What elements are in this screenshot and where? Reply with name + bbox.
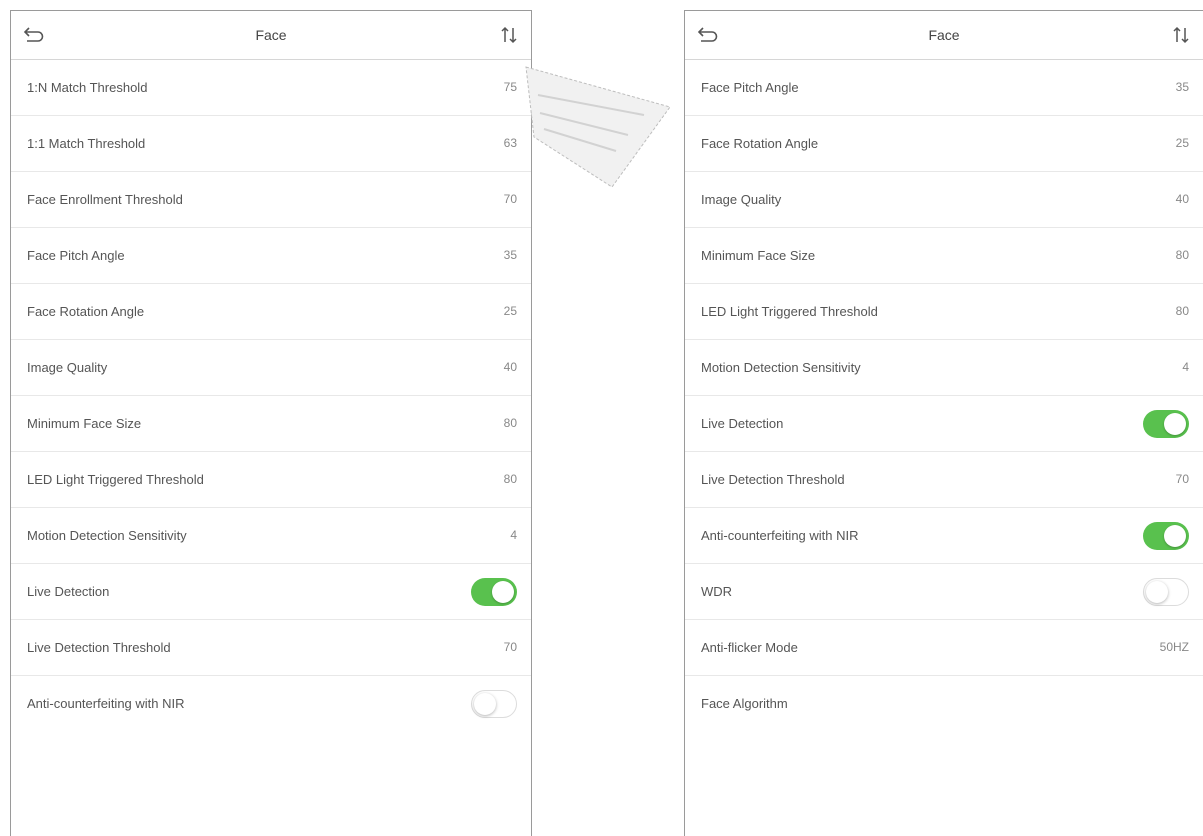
toggle-switch-off[interactable] [1143,578,1189,606]
setting-value: 40 [1175,192,1189,206]
setting-value: 35 [503,248,517,262]
setting-label: Face Rotation Angle [701,136,819,151]
setting-label: 1:N Match Threshold [27,80,148,95]
setting-value: 70 [503,192,517,206]
setting-row-image-quality[interactable]: Image Quality 40 [685,172,1203,228]
setting-label: WDR [701,584,733,599]
setting-label: Face Algorithm [701,696,788,711]
setting-row-minimum-face-size[interactable]: Minimum Face Size 80 [685,228,1203,284]
setting-value: 63 [503,136,517,150]
setting-label: Face Pitch Angle [27,248,125,263]
setting-label: Live Detection [701,416,784,431]
setting-row-wdr[interactable]: WDR [685,564,1203,620]
toggle-switch-on[interactable] [1143,522,1189,550]
setting-value: 4 [510,528,517,542]
setting-value: 80 [503,472,517,486]
toggle-switch-on[interactable] [471,578,517,606]
setting-label: Image Quality [701,192,782,207]
setting-label: Live Detection Threshold [701,472,845,487]
setting-row-led-light-triggered-threshold[interactable]: LED Light Triggered Threshold 80 [685,284,1203,340]
setting-row-face-pitch-angle[interactable]: Face Pitch Angle 35 [685,60,1203,116]
setting-label: LED Light Triggered Threshold [701,304,878,319]
setting-value: 80 [1175,248,1189,262]
setting-label: Live Detection [27,584,110,599]
setting-row-face-rotation-angle[interactable]: Face Rotation Angle 25 [11,284,531,340]
setting-row-image-quality[interactable]: Image Quality 40 [11,340,531,396]
setting-value: 35 [1175,80,1189,94]
setting-row-minimum-face-size[interactable]: Minimum Face Size 80 [11,396,531,452]
page-title: Face [255,27,287,43]
toggle-knob [492,581,514,603]
setting-row-1-n-match-threshold[interactable]: 1:N Match Threshold 75 [11,60,531,116]
setting-row-live-detection[interactable]: Live Detection [685,396,1203,452]
setting-value: 25 [503,304,517,318]
panel-header: Face [685,11,1203,60]
settings-list: 1:N Match Threshold 75 1:1 Match Threshold… [11,60,531,732]
setting-row-face-pitch-angle[interactable]: Face Pitch Angle 35 [11,228,531,284]
setting-row-face-algorithm[interactable]: Face Algorithm [685,676,1203,732]
setting-value: 80 [503,416,517,430]
setting-value: 4 [1182,360,1189,374]
panel-header: Face [11,11,531,60]
toggle-knob [1164,413,1186,435]
setting-row-live-detection-threshold[interactable]: Live Detection Threshold 70 [11,620,531,676]
setting-label: Minimum Face Size [27,416,142,431]
connector-arrow-graphic [525,66,671,188]
settings-list: Face Pitch Angle 35 Face Rotation Angle 25 I… [685,60,1203,732]
setting-label: Minimum Face Size [701,248,816,263]
setting-row-motion-detection-sensitivity[interactable]: Motion Detection Sensitivity 4 [11,508,531,564]
face-settings-panel-left: Face 1:N Match Threshold 75 1:1 Match Thre… [10,10,532,836]
face-settings-panel-right: Face Face Pitch Angle 35 Face Rotation Ang… [684,10,1203,836]
toggle-knob [474,693,496,715]
setting-row-face-rotation-angle[interactable]: Face Rotation Angle 25 [685,116,1203,172]
setting-label: Image Quality [27,360,108,375]
toggle-switch-on[interactable] [1143,410,1189,438]
toggle-knob [1164,525,1186,547]
setting-label: Motion Detection Sensitivity [27,528,187,543]
setting-value: 70 [1175,472,1189,486]
setting-value: 40 [503,360,517,374]
setting-row-live-detection-threshold[interactable]: Live Detection Threshold 70 [685,452,1203,508]
setting-row-1-1-match-threshold[interactable]: 1:1 Match Threshold 63 [11,116,531,172]
toggle-knob [1146,581,1168,603]
setting-value: 75 [503,80,517,94]
sort-arrows-icon[interactable] [499,25,519,45]
sort-arrows-icon[interactable] [1171,25,1191,45]
setting-row-motion-detection-sensitivity[interactable]: Motion Detection Sensitivity 4 [685,340,1203,396]
setting-label: Anti-flicker Mode [701,640,798,655]
setting-label: LED Light Triggered Threshold [27,472,204,487]
setting-row-anti-counterfeiting-with-nir[interactable]: Anti-counterfeiting with NIR [11,676,531,732]
setting-row-face-enrollment-threshold[interactable]: Face Enrollment Threshold 70 [11,172,531,228]
setting-value: 25 [1175,136,1189,150]
toggle-switch-off[interactable] [471,690,517,718]
setting-row-led-light-triggered-threshold[interactable]: LED Light Triggered Threshold 80 [11,452,531,508]
setting-row-anti-flicker-mode[interactable]: Anti-flicker Mode 50HZ [685,620,1203,676]
setting-row-live-detection[interactable]: Live Detection [11,564,531,620]
page-title: Face [928,27,960,43]
setting-value: 80 [1175,304,1189,318]
setting-value: 50HZ [1159,640,1189,654]
setting-label: Live Detection Threshold [27,640,171,655]
setting-label: Anti-counterfeiting with NIR [701,528,859,543]
setting-label: Anti-counterfeiting with NIR [27,696,185,711]
setting-label: 1:1 Match Threshold [27,136,146,151]
setting-value: 70 [503,640,517,654]
setting-label: Motion Detection Sensitivity [701,360,861,375]
setting-label: Face Enrollment Threshold [27,192,183,207]
setting-label: Face Rotation Angle [27,304,145,319]
setting-row-anti-counterfeiting-with-nir[interactable]: Anti-counterfeiting with NIR [685,508,1203,564]
setting-label: Face Pitch Angle [701,80,799,95]
